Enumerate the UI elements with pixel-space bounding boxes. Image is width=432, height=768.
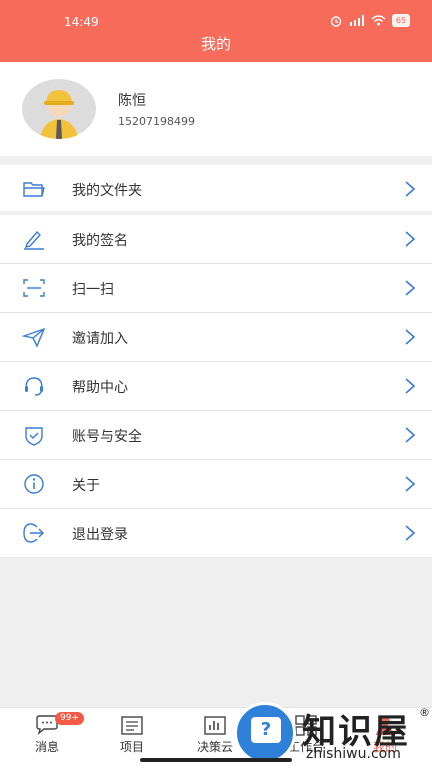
alarm-icon: [330, 15, 342, 27]
chevron-right-icon: [405, 231, 416, 247]
menu-item-logout[interactable]: 退出登录: [0, 509, 432, 558]
chart-icon: [204, 716, 226, 735]
page-title: 我的: [200, 35, 231, 53]
pen-icon: [24, 230, 44, 250]
menu-item-security[interactable]: 账号与安全: [0, 411, 432, 460]
menu-item-help[interactable]: 帮助中心: [0, 362, 432, 411]
tab-label: 决策云: [196, 740, 233, 754]
user-phone: 15207198499: [118, 115, 195, 128]
chevron-right-icon: [405, 525, 416, 541]
menu-label: 帮助中心: [72, 380, 128, 396]
menu-label: 扫一扫: [72, 282, 114, 298]
chevron-right-icon: [405, 427, 416, 443]
worker-avatar-icon: [40, 90, 78, 139]
folder-icon: [23, 182, 45, 197]
menu-label: 我的签名: [72, 233, 128, 249]
tab-label: 项目: [119, 740, 144, 754]
menu-item-scan[interactable]: 扫一扫: [0, 264, 432, 313]
list-icon: [121, 716, 143, 735]
unread-badge: 99+: [55, 712, 84, 725]
logout-icon: [23, 523, 44, 543]
menu-label: 账号与安全: [72, 429, 142, 445]
info-icon: [24, 474, 44, 494]
headset-icon: [25, 377, 43, 396]
home-indicator: [140, 758, 292, 762]
watermark-url: zhishiwu.com: [306, 746, 401, 762]
chevron-right-icon: [405, 181, 416, 197]
chevron-right-icon: [405, 329, 416, 345]
status-icons: 65: [329, 14, 410, 27]
shield-icon: [25, 427, 43, 446]
signal-icon: [349, 15, 364, 26]
menu-label: 退出登录: [72, 527, 128, 543]
chevron-right-icon: [405, 378, 416, 394]
menu-label: 我的文件夹: [72, 183, 142, 199]
tab-label: 消息: [34, 740, 59, 754]
menu-item-about[interactable]: 关于: [0, 460, 432, 509]
send-icon: [22, 327, 46, 348]
menu-item-invite[interactable]: 邀请加入: [0, 313, 432, 362]
avatar[interactable]: [22, 79, 96, 139]
watermark-registered: ®: [419, 706, 430, 719]
question-icon: ?: [251, 717, 281, 743]
profile-card[interactable]: 陈恒 15207198499: [0, 62, 432, 156]
scan-icon: [23, 279, 45, 297]
chevron-right-icon: [405, 476, 416, 492]
battery-indicator: 65: [391, 14, 410, 27]
menu-item-folder[interactable]: 我的文件夹: [0, 165, 432, 215]
chevron-right-icon: [405, 280, 416, 296]
settings-menu: 我的文件夹 我的签名 扫一扫 邀请加入 帮助中心 账号与安全 关于 退出登录: [0, 165, 432, 558]
menu-item-signature[interactable]: 我的签名: [0, 215, 432, 264]
user-name: 陈恒: [118, 93, 146, 109]
watermark-logo: ?: [234, 702, 296, 764]
wifi-icon: [371, 15, 386, 26]
status-time: 14:49: [64, 15, 99, 29]
header-bar: 14:49 65 我的: [0, 0, 432, 62]
menu-label: 关于: [72, 478, 100, 494]
menu-label: 邀请加入: [72, 331, 128, 347]
tab-projects[interactable]: 项目: [102, 714, 162, 755]
